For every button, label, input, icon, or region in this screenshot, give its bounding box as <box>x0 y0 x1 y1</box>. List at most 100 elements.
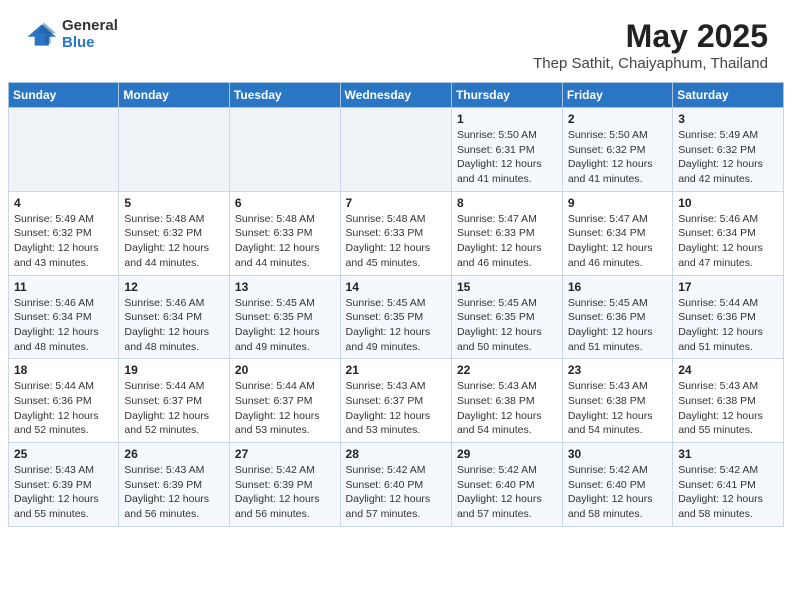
day-number: 19 <box>124 363 224 377</box>
page-header: General Blue May 2025 Thep Sathit, Chaiy… <box>0 0 792 82</box>
day-number: 25 <box>14 447 113 461</box>
day-number: 16 <box>568 280 667 294</box>
day-number: 3 <box>678 112 778 126</box>
calendar-cell: 20 Sunrise: 5:44 AM Sunset: 6:37 PM Dayli… <box>229 359 340 443</box>
day-number: 14 <box>346 280 446 294</box>
day-number: 11 <box>14 280 113 294</box>
day-number: 13 <box>235 280 335 294</box>
calendar-cell: 27 Sunrise: 5:42 AM Sunset: 6:39 PM Dayli… <box>229 443 340 527</box>
day-number: 17 <box>678 280 778 294</box>
day-number: 22 <box>457 363 557 377</box>
day-info: Sunrise: 5:42 AM Sunset: 6:40 PM Dayligh… <box>568 463 667 522</box>
day-info: Sunrise: 5:50 AM Sunset: 6:31 PM Dayligh… <box>457 128 557 187</box>
calendar-cell: 12 Sunrise: 5:46 AM Sunset: 6:34 PM Dayli… <box>119 275 230 359</box>
calendar-cell: 16 Sunrise: 5:45 AM Sunset: 6:36 PM Dayli… <box>562 275 672 359</box>
calendar-cell: 5 Sunrise: 5:48 AM Sunset: 6:32 PM Daylig… <box>119 191 230 275</box>
day-number: 24 <box>678 363 778 377</box>
day-info: Sunrise: 5:43 AM Sunset: 6:38 PM Dayligh… <box>678 379 778 438</box>
day-info: Sunrise: 5:49 AM Sunset: 6:32 PM Dayligh… <box>678 128 778 187</box>
day-info: Sunrise: 5:49 AM Sunset: 6:32 PM Dayligh… <box>14 212 113 271</box>
logo-text: General Blue <box>62 18 118 51</box>
weekday-header: Sunday <box>9 83 119 108</box>
calendar-cell: 3 Sunrise: 5:49 AM Sunset: 6:32 PM Daylig… <box>673 108 784 192</box>
calendar-subtitle: Thep Sathit, Chaiyaphum, Thailand <box>533 55 768 72</box>
day-number: 23 <box>568 363 667 377</box>
calendar-cell: 31 Sunrise: 5:42 AM Sunset: 6:41 PM Dayli… <box>673 443 784 527</box>
calendar-cell: 23 Sunrise: 5:43 AM Sunset: 6:38 PM Dayli… <box>562 359 672 443</box>
day-info: Sunrise: 5:43 AM Sunset: 6:39 PM Dayligh… <box>124 463 224 522</box>
day-info: Sunrise: 5:42 AM Sunset: 6:40 PM Dayligh… <box>346 463 446 522</box>
day-info: Sunrise: 5:43 AM Sunset: 6:39 PM Dayligh… <box>14 463 113 522</box>
day-info: Sunrise: 5:45 AM Sunset: 6:35 PM Dayligh… <box>457 296 557 355</box>
weekday-header: Tuesday <box>229 83 340 108</box>
calendar-week-row: 4 Sunrise: 5:49 AM Sunset: 6:32 PM Daylig… <box>9 191 784 275</box>
calendar-cell: 30 Sunrise: 5:42 AM Sunset: 6:40 PM Dayli… <box>562 443 672 527</box>
day-info: Sunrise: 5:44 AM Sunset: 6:37 PM Dayligh… <box>124 379 224 438</box>
calendar-cell <box>9 108 119 192</box>
day-info: Sunrise: 5:43 AM Sunset: 6:37 PM Dayligh… <box>346 379 446 438</box>
logo-line2: Blue <box>62 35 118 52</box>
calendar-cell: 8Sunrise: 5:47 AM Sunset: 6:33 PM Daylig… <box>451 191 562 275</box>
day-info: Sunrise: 5:43 AM Sunset: 6:38 PM Dayligh… <box>568 379 667 438</box>
calendar-cell: 7 Sunrise: 5:48 AM Sunset: 6:33 PM Daylig… <box>340 191 451 275</box>
day-number: 31 <box>678 447 778 461</box>
weekday-header: Saturday <box>673 83 784 108</box>
calendar-cell: 4 Sunrise: 5:49 AM Sunset: 6:32 PM Daylig… <box>9 191 119 275</box>
calendar-cell: 24 Sunrise: 5:43 AM Sunset: 6:38 PM Dayli… <box>673 359 784 443</box>
calendar-cell <box>229 108 340 192</box>
day-number: 9 <box>568 196 667 210</box>
day-number: 12 <box>124 280 224 294</box>
day-info: Sunrise: 5:45 AM Sunset: 6:36 PM Dayligh… <box>568 296 667 355</box>
day-info: Sunrise: 5:42 AM Sunset: 6:41 PM Dayligh… <box>678 463 778 522</box>
calendar-cell: 29 Sunrise: 5:42 AM Sunset: 6:40 PM Dayli… <box>451 443 562 527</box>
day-number: 4 <box>14 196 113 210</box>
day-number: 29 <box>457 447 557 461</box>
calendar-week-row: 25 Sunrise: 5:43 AM Sunset: 6:39 PM Dayli… <box>9 443 784 527</box>
calendar-cell: 6 Sunrise: 5:48 AM Sunset: 6:33 PM Daylig… <box>229 191 340 275</box>
day-number: 26 <box>124 447 224 461</box>
day-info: Sunrise: 5:42 AM Sunset: 6:40 PM Dayligh… <box>457 463 557 522</box>
day-number: 30 <box>568 447 667 461</box>
calendar-cell: 10Sunrise: 5:46 AM Sunset: 6:34 PM Dayli… <box>673 191 784 275</box>
day-info: Sunrise: 5:43 AM Sunset: 6:38 PM Dayligh… <box>457 379 557 438</box>
calendar-cell <box>340 108 451 192</box>
day-number: 20 <box>235 363 335 377</box>
day-info: Sunrise: 5:46 AM Sunset: 6:34 PM Dayligh… <box>124 296 224 355</box>
weekday-header: Wednesday <box>340 83 451 108</box>
day-info: Sunrise: 5:44 AM Sunset: 6:36 PM Dayligh… <box>14 379 113 438</box>
day-number: 18 <box>14 363 113 377</box>
calendar-cell: 1 Sunrise: 5:50 AM Sunset: 6:31 PM Daylig… <box>451 108 562 192</box>
day-info: Sunrise: 5:48 AM Sunset: 6:33 PM Dayligh… <box>235 212 335 271</box>
calendar-cell: 11Sunrise: 5:46 AM Sunset: 6:34 PM Dayli… <box>9 275 119 359</box>
calendar-title: May 2025 <box>533 18 768 55</box>
calendar-cell: 21 Sunrise: 5:43 AM Sunset: 6:37 PM Dayli… <box>340 359 451 443</box>
day-number: 21 <box>346 363 446 377</box>
day-number: 15 <box>457 280 557 294</box>
weekday-header: Thursday <box>451 83 562 108</box>
weekday-header: Friday <box>562 83 672 108</box>
calendar-cell <box>119 108 230 192</box>
day-info: Sunrise: 5:48 AM Sunset: 6:32 PM Dayligh… <box>124 212 224 271</box>
day-number: 10 <box>678 196 778 210</box>
calendar-cell: 19 Sunrise: 5:44 AM Sunset: 6:37 PM Dayli… <box>119 359 230 443</box>
day-number: 5 <box>124 196 224 210</box>
calendar-cell: 15 Sunrise: 5:45 AM Sunset: 6:35 PM Dayli… <box>451 275 562 359</box>
day-number: 1 <box>457 112 557 126</box>
day-info: Sunrise: 5:44 AM Sunset: 6:37 PM Dayligh… <box>235 379 335 438</box>
calendar-week-row: 1 Sunrise: 5:50 AM Sunset: 6:31 PM Daylig… <box>9 108 784 192</box>
day-number: 7 <box>346 196 446 210</box>
logo-icon <box>24 19 56 51</box>
calendar-cell: 9Sunrise: 5:47 AM Sunset: 6:34 PM Daylig… <box>562 191 672 275</box>
day-info: Sunrise: 5:42 AM Sunset: 6:39 PM Dayligh… <box>235 463 335 522</box>
calendar-wrapper: SundayMondayTuesdayWednesdayThursdayFrid… <box>0 82 792 543</box>
day-number: 6 <box>235 196 335 210</box>
day-number: 27 <box>235 447 335 461</box>
calendar-cell: 26 Sunrise: 5:43 AM Sunset: 6:39 PM Dayli… <box>119 443 230 527</box>
calendar-table: SundayMondayTuesdayWednesdayThursdayFrid… <box>8 82 784 527</box>
calendar-header-row: SundayMondayTuesdayWednesdayThursdayFrid… <box>9 83 784 108</box>
calendar-week-row: 11 Sunrise: 5:46 AM Sunset: 6:34 PM Dayli… <box>9 275 784 359</box>
calendar-cell: 22 Sunrise: 5:43 AM Sunset: 6:38 PM Dayli… <box>451 359 562 443</box>
day-info: Sunrise: 5:48 AM Sunset: 6:33 PM Dayligh… <box>346 212 446 271</box>
day-number: 28 <box>346 447 446 461</box>
day-info: Sunrise: 5:47 AM Sunset: 6:33 PM Dayligh… <box>457 212 557 271</box>
